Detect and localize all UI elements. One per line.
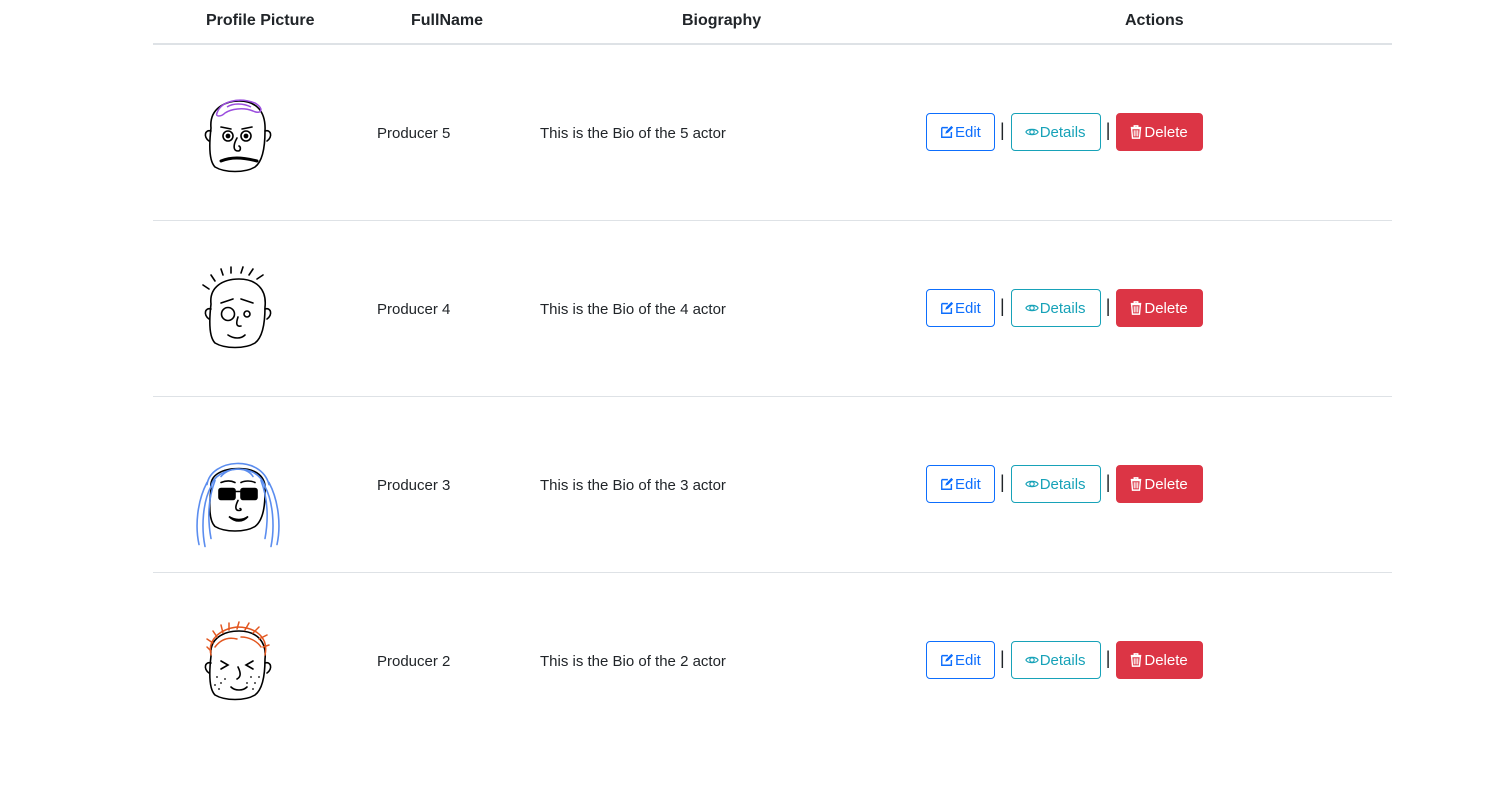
table-header: Profile Picture FullName Biography Actio… [153, 0, 1392, 45]
fullname-cell: Producer 3 [377, 477, 451, 494]
red-hair-freckles-avatar [204, 621, 272, 701]
separator: | [1105, 471, 1111, 492]
trash-icon [1131, 301, 1142, 315]
delete-label: Delete [1144, 475, 1188, 493]
delete-button[interactable]: Delete [1116, 465, 1204, 503]
eye-icon [1024, 304, 1039, 312]
header-biography: Biography [682, 12, 762, 29]
delete-button[interactable]: Delete [1116, 289, 1204, 327]
trash-icon [1131, 653, 1142, 667]
delete-label: Delete [1144, 299, 1188, 317]
separator: | [1105, 647, 1111, 668]
biography-cell: This is the Bio of the 2 actor [540, 653, 726, 670]
eye-icon [1024, 480, 1039, 488]
row-actions: Edit | Details | Delete [926, 465, 1204, 503]
separator: | [1105, 119, 1111, 140]
details-label: Details [1039, 299, 1086, 317]
edit-button[interactable]: Edit [926, 113, 995, 151]
row-actions: Edit | Details | Delete [926, 641, 1204, 679]
table-row: Producer 2 This is the Bio of the 2 acto… [153, 573, 1392, 748]
details-label: Details [1039, 475, 1086, 493]
producers-table: Profile Picture FullName Biography Actio… [153, 0, 1392, 748]
biography-cell: This is the Bio of the 3 actor [540, 477, 726, 494]
edit-icon [941, 301, 954, 314]
separator: | [1000, 119, 1005, 140]
trash-icon [1131, 125, 1142, 139]
edit-label: Edit [955, 651, 981, 669]
table-row: Producer 4 This is the Bio of the 4 acto… [153, 221, 1392, 397]
header-actions: Actions [1125, 12, 1184, 29]
biography-cell: This is the Bio of the 4 actor [540, 301, 726, 318]
separator: | [1000, 295, 1005, 316]
table-row: Producer 5 This is the Bio of the 5 acto… [153, 45, 1392, 221]
fullname-cell: Producer 2 [377, 653, 451, 670]
details-button[interactable]: Details [1010, 113, 1101, 151]
delete-label: Delete [1144, 651, 1188, 669]
fullname-cell: Producer 5 [377, 125, 451, 142]
edit-icon [941, 125, 954, 138]
header-profile-picture: Profile Picture [206, 12, 315, 29]
edit-button[interactable]: Edit [926, 465, 995, 503]
delete-button[interactable]: Delete [1116, 641, 1204, 679]
biography-cell: This is the Bio of the 5 actor [540, 125, 726, 142]
edit-icon [941, 653, 954, 666]
details-button[interactable]: Details [1010, 641, 1101, 679]
spiky-hair-monocle-avatar [202, 266, 272, 349]
eye-icon [1024, 656, 1039, 664]
separator: | [1000, 471, 1005, 492]
edit-button[interactable]: Edit [926, 641, 995, 679]
edit-label: Edit [955, 123, 981, 141]
details-label: Details [1039, 651, 1086, 669]
delete-button[interactable]: Delete [1116, 113, 1204, 151]
delete-label: Delete [1144, 123, 1188, 141]
eye-icon [1024, 128, 1039, 136]
header-fullname: FullName [411, 12, 484, 29]
edit-icon [941, 477, 954, 490]
row-actions: Edit | Details | Delete [926, 113, 1204, 151]
details-button[interactable]: Details [1010, 465, 1101, 503]
edit-label: Edit [955, 475, 981, 493]
edit-label: Edit [955, 299, 981, 317]
long-hair-sunglasses-avatar [196, 462, 280, 548]
table-row: Producer 3 This is the Bio of the 3 acto… [153, 397, 1392, 573]
details-button[interactable]: Details [1010, 289, 1101, 327]
bald-mustache-avatar [204, 99, 272, 173]
fullname-cell: Producer 4 [377, 301, 451, 318]
details-label: Details [1039, 123, 1086, 141]
separator: | [1105, 295, 1111, 316]
separator: | [1000, 647, 1005, 668]
edit-button[interactable]: Edit [926, 289, 995, 327]
trash-icon [1131, 477, 1142, 491]
row-actions: Edit | Details | Delete [926, 289, 1204, 327]
